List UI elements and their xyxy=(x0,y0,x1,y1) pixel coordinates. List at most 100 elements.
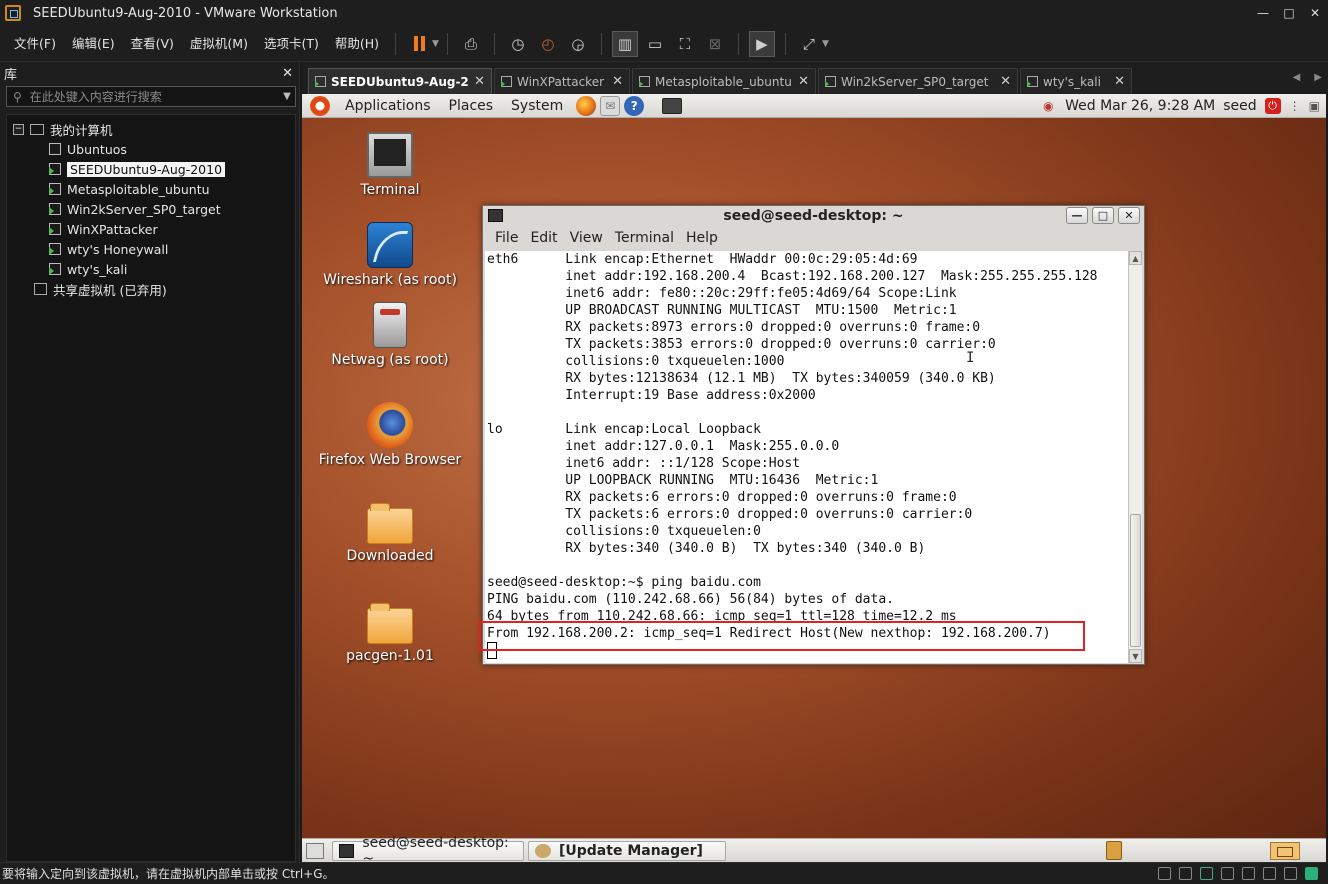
tree-item-shared-vms[interactable]: 共享虚拟机 (已弃用) xyxy=(7,279,295,299)
desktop-icon-downloaded[interactable]: Downloaded xyxy=(310,498,470,564)
sound-card-icon[interactable] xyxy=(1242,867,1255,880)
terminal-minimize-button[interactable]: — xyxy=(1066,207,1088,224)
tab-metasploitable[interactable]: Metasploitable_ubuntu ✕ xyxy=(632,68,816,94)
collapse-icon[interactable]: − xyxy=(13,123,24,135)
unity-button[interactable]: ⊠ xyxy=(702,31,728,57)
library-search-input[interactable]: ⚲ 在此处键入内容进行搜索 ▼ xyxy=(6,86,296,107)
tree-item-vm[interactable]: Ubuntuos xyxy=(7,139,295,159)
user-name[interactable]: seed xyxy=(1223,98,1256,114)
taskbar-item-update-manager[interactable]: [Update Manager] xyxy=(528,840,726,861)
menu-file[interactable]: 文件(F) xyxy=(6,32,64,56)
stretch-button[interactable]: ⤢ xyxy=(796,31,822,57)
snapshot-icon: ◷ xyxy=(511,34,525,53)
applications-menu[interactable]: Applications xyxy=(336,94,440,118)
pause-button[interactable] xyxy=(406,31,432,57)
terminal-menu-file[interactable]: File xyxy=(489,230,524,246)
tab-wty-kali[interactable]: wty's_kali ✕ xyxy=(1020,68,1132,94)
tree-item-label: Metasploitable_ubuntu xyxy=(67,181,210,197)
system-menu[interactable]: System xyxy=(502,94,572,118)
library-close-button[interactable]: ✕ xyxy=(282,66,293,81)
snapshot-manager-button[interactable]: ◶ xyxy=(565,31,591,57)
trash-icon[interactable] xyxy=(1106,841,1122,860)
places-menu[interactable]: Places xyxy=(440,94,503,118)
workspace-icon[interactable]: ▣ xyxy=(1309,99,1320,113)
stretch-dropdown-icon[interactable]: ▼ xyxy=(822,39,829,49)
terminal-scrollbar[interactable]: ▲ ▼ xyxy=(1128,251,1142,663)
desktop-icon-firefox[interactable]: Firefox Web Browser xyxy=(310,402,470,468)
firefox-launcher-icon[interactable] xyxy=(576,95,597,116)
terminal-launcher-icon[interactable] xyxy=(662,97,683,114)
scroll-down-icon[interactable]: ▼ xyxy=(1129,649,1142,663)
terminal-close-button[interactable]: ✕ xyxy=(1118,207,1140,224)
show-desktop-icon[interactable] xyxy=(306,842,324,859)
tree-item-vm-selected[interactable]: SEEDUbuntu9-Aug-2010 xyxy=(7,159,295,179)
desktop-icon-terminal[interactable]: Terminal xyxy=(310,132,470,198)
terminal-menu-help[interactable]: Help xyxy=(680,230,724,246)
workspace-switcher[interactable] xyxy=(1270,842,1300,860)
message-log-icon[interactable] xyxy=(1305,867,1318,880)
tab-close-icon[interactable]: ✕ xyxy=(474,74,485,89)
tab-close-icon[interactable]: ✕ xyxy=(1000,74,1011,89)
tab-close-icon[interactable]: ✕ xyxy=(1114,74,1125,89)
tab-win2kserver[interactable]: Win2kServer_SP0_target ✕ xyxy=(818,68,1018,94)
tab-scroll-left-icon[interactable]: ◀ xyxy=(1293,72,1301,83)
terminal-menu-terminal[interactable]: Terminal xyxy=(609,230,680,246)
scroll-up-icon[interactable]: ▲ xyxy=(1129,251,1142,265)
terminal-maximize-button[interactable]: □ xyxy=(1092,207,1114,224)
display-icon[interactable] xyxy=(1284,867,1297,880)
fullscreen-button[interactable]: ⛶ xyxy=(672,31,698,57)
help-launcher-icon[interactable]: ? xyxy=(624,95,645,116)
tab-close-icon[interactable]: ✕ xyxy=(612,74,623,89)
toolbar-divider xyxy=(446,32,448,55)
terminal-output[interactable]: eth6 Link encap:Ethernet HWaddr 00:0c:29… xyxy=(485,251,1128,663)
search-dropdown-icon[interactable]: ▼ xyxy=(279,91,295,102)
network-adapter-icon[interactable] xyxy=(1200,867,1213,880)
tree-item-vm[interactable]: wty's Honeywall xyxy=(7,239,295,259)
taskbar-item-terminal[interactable]: seed@seed-desktop: ~ xyxy=(332,835,524,862)
desktop-icon-pacgen[interactable]: pacgen-1.01 xyxy=(310,598,470,664)
tree-item-vm[interactable]: WinXPattacker xyxy=(7,219,295,239)
thumbnail-view-button[interactable]: ▭ xyxy=(642,31,668,57)
vm-console[interactable]: Applications Places System ✉ ? ◉ Wed Mar… xyxy=(302,94,1326,862)
library-view-button[interactable]: ▥ xyxy=(611,30,638,57)
tree-item-vm[interactable]: Win2kServer_SP0_target xyxy=(7,199,295,219)
tab-close-icon[interactable]: ✕ xyxy=(798,74,809,89)
pause-dropdown-icon[interactable]: ▼ xyxy=(432,39,439,49)
title-bar: SEEDUbuntu9-Aug-2010 - VMware Workstatio… xyxy=(0,0,1328,26)
terminal-menu-view[interactable]: View xyxy=(564,230,609,246)
take-snapshot-button[interactable]: ◷ xyxy=(505,31,531,57)
menu-help[interactable]: 帮助(H) xyxy=(327,32,387,56)
menu-edit[interactable]: 编辑(E) xyxy=(64,32,123,56)
menu-tabs[interactable]: 选项卡(T) xyxy=(256,32,327,56)
desktop-icon-netwag[interactable]: Netwag (as root) xyxy=(310,302,470,368)
power-icon[interactable]: ⏻ xyxy=(1264,98,1281,114)
tab-seedubuntu[interactable]: SEEDUbuntu9-Aug-2010 ✕ xyxy=(308,68,492,94)
menu-vm[interactable]: 虚拟机(M) xyxy=(182,32,256,56)
revert-snapshot-button[interactable]: ◴ xyxy=(535,31,561,57)
terminal-titlebar[interactable]: seed@seed-desktop: ~ — □ ✕ xyxy=(483,206,1144,226)
close-button[interactable]: ✕ xyxy=(1302,0,1328,26)
mail-launcher-icon[interactable]: ✉ xyxy=(600,95,621,116)
network-icon[interactable]: ◉ xyxy=(1043,99,1057,113)
usb-icon[interactable] xyxy=(1221,867,1234,880)
tab-winxpattacker[interactable]: WinXPattacker ✕ xyxy=(494,68,630,94)
terminal-window[interactable]: seed@seed-desktop: ~ — □ ✕ File Edit Vie… xyxy=(482,205,1145,665)
hard-disk-icon[interactable] xyxy=(1158,867,1171,880)
tree-item-vm[interactable]: wty's_kali xyxy=(7,259,295,279)
ubuntu-logo-icon[interactable] xyxy=(310,95,330,116)
clock[interactable]: Wed Mar 26, 9:28 AM xyxy=(1065,98,1215,114)
desktop-icon-wireshark[interactable]: Wireshark (as root) xyxy=(310,222,470,288)
menu-view[interactable]: 查看(V) xyxy=(123,32,182,56)
tab-scroll-right-icon[interactable]: ▶ xyxy=(1314,72,1322,83)
terminal-menu-edit[interactable]: Edit xyxy=(524,230,563,246)
maximize-button[interactable]: □ xyxy=(1276,0,1302,26)
printer-icon[interactable] xyxy=(1263,867,1276,880)
tree-item-vm[interactable]: Metasploitable_ubuntu xyxy=(7,179,295,199)
tree-item-my-computer[interactable]: − 我的计算机 xyxy=(7,119,295,139)
console-view-button[interactable]: ▶ xyxy=(748,30,775,57)
cd-rom-icon[interactable] xyxy=(1179,867,1192,880)
send-ctrl-alt-del-button[interactable]: ⎙ xyxy=(458,31,484,57)
terminal-line: TX packets:3853 errors:0 dropped:0 overr… xyxy=(487,337,996,352)
scrollbar-thumb[interactable] xyxy=(1130,514,1141,647)
minimize-button[interactable]: — xyxy=(1250,0,1276,26)
